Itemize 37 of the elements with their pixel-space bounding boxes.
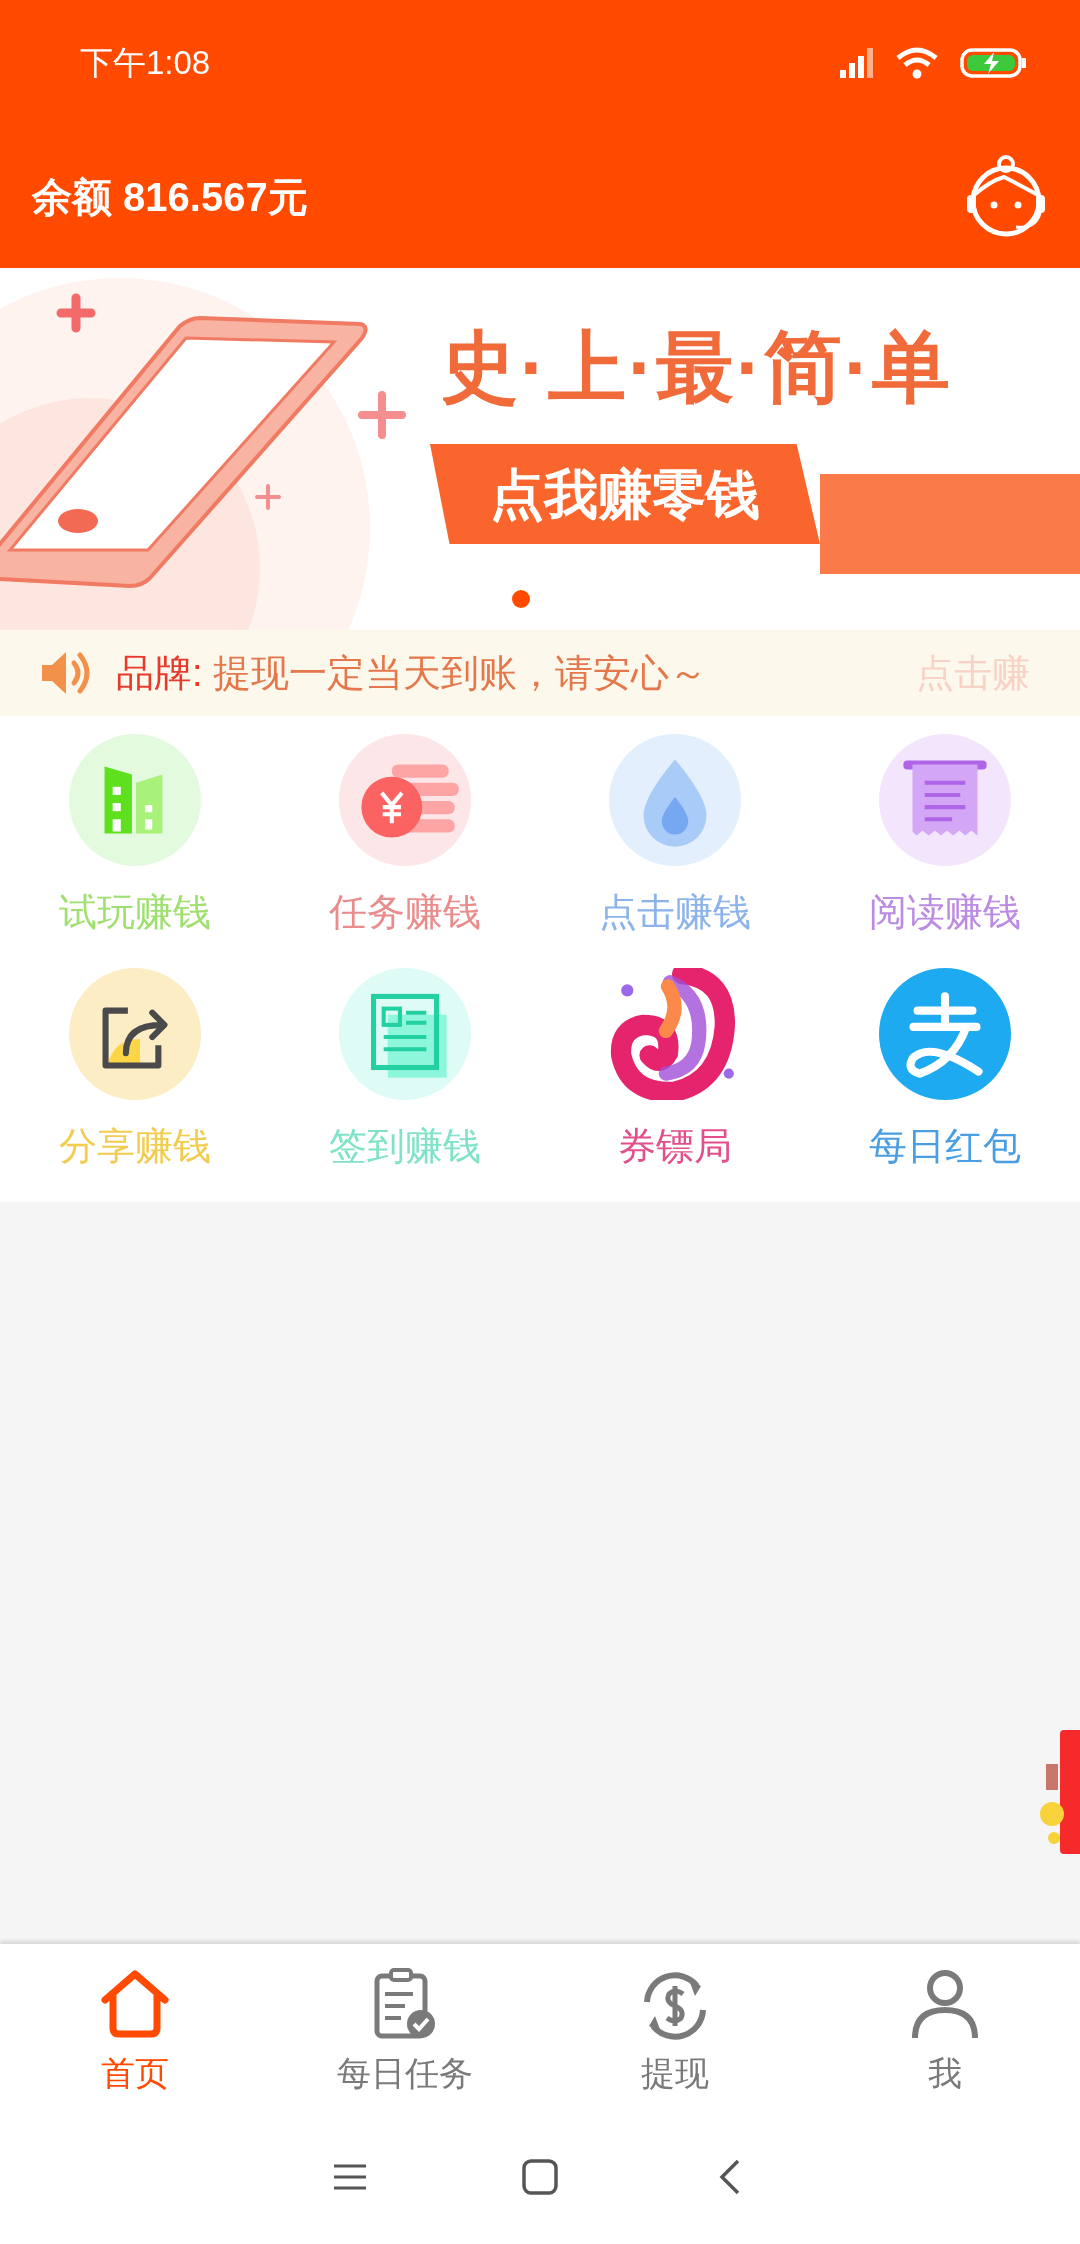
payment-logo-icon	[879, 968, 1011, 1100]
menu-tile[interactable]: 点击赚钱	[540, 734, 810, 968]
drop-icon	[609, 734, 741, 866]
coins-icon	[339, 734, 471, 866]
menu-label: 分享赚钱	[59, 1124, 211, 1169]
nav-tab[interactable]: 首页	[0, 1944, 270, 2110]
menu-tile[interactable]: 阅读赚钱	[810, 734, 1080, 968]
menu-tile[interactable]: 签到赚钱	[270, 968, 540, 1202]
nav-tab[interactable]: 提现	[540, 1944, 810, 2110]
status-time: 下午1:08	[80, 42, 211, 83]
menu-label: 券镖局	[618, 1124, 732, 1169]
menu-tile[interactable]: 券镖局	[540, 968, 810, 1202]
banner-headline: 史·上·最·简·单	[439, 328, 953, 406]
menu-label: 试玩赚钱	[59, 890, 211, 935]
menu-label: 每日红包	[869, 1124, 1021, 1169]
news-icon	[339, 968, 471, 1100]
menu-tile[interactable]: 分享赚钱	[0, 968, 270, 1202]
menu-label: 任务赚钱	[329, 890, 481, 935]
home-button-icon[interactable]	[520, 2157, 560, 2197]
wifi-icon	[896, 46, 938, 79]
building-icon	[69, 734, 201, 866]
menu-tile[interactable]: 任务赚钱	[270, 734, 540, 968]
menu-label: 签到赚钱	[329, 1124, 481, 1169]
nav-tab[interactable]: 我	[810, 1944, 1080, 2110]
menu-label: 点击赚钱	[599, 890, 751, 935]
battery-charging-icon	[960, 46, 1028, 79]
share-icon	[69, 968, 201, 1100]
receipt-icon	[879, 734, 1011, 866]
notice-label: 品牌:	[116, 650, 203, 696]
menu-tile[interactable]: 试玩赚钱	[0, 734, 270, 968]
signal-icon	[840, 47, 874, 78]
balance-text: 余额 816.567元	[32, 173, 308, 221]
menu-tile[interactable]: 每日红包	[810, 968, 1080, 1202]
promo-ribbon: 点我赚零钱	[430, 444, 820, 544]
menu-label: 阅读赚钱	[869, 890, 1021, 935]
nav-tab[interactable]: 每日任务	[270, 1944, 540, 2110]
notice-text: 提现一定当天到账，请安心～	[212, 650, 707, 696]
